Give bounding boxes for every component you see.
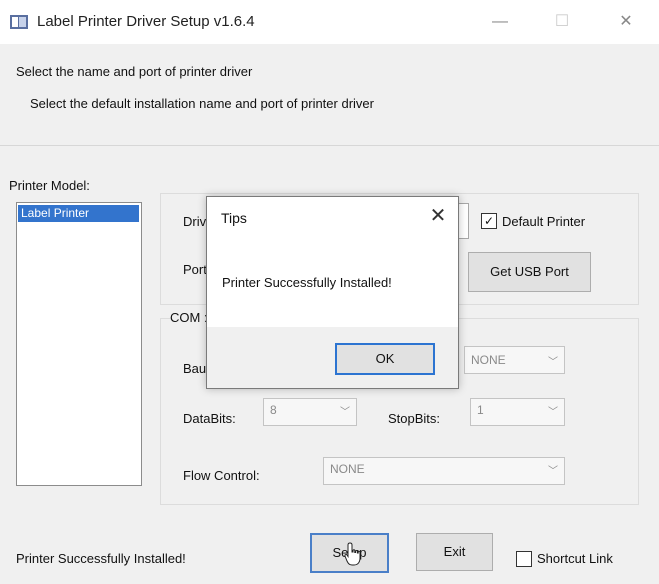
parity-select[interactable]: NONE ﹀	[464, 346, 565, 374]
dialog-title: Tips	[221, 210, 247, 226]
stopbits-value: 1	[477, 403, 484, 417]
dialog-message: Printer Successfully Installed!	[222, 275, 392, 290]
chevron-down-icon: ﹀	[548, 407, 558, 418]
minimize-icon[interactable]: —	[478, 7, 522, 37]
flow-control-label: Flow Control:	[183, 468, 260, 483]
header-subtitle: Select the default installation name and…	[30, 96, 374, 111]
shortcut-link-label: Shortcut Link	[537, 551, 613, 566]
flow-control-select[interactable]: NONE ﹀	[323, 457, 565, 485]
chevron-down-icon: ﹀	[548, 357, 558, 368]
databits-value: 8	[270, 403, 277, 417]
divider	[0, 145, 659, 146]
stopbits-label: StopBits:	[388, 411, 441, 426]
ok-button[interactable]: OK	[335, 343, 435, 375]
default-printer-label: Default Printer	[502, 214, 586, 229]
tips-dialog: Tips ✕ Printer Successfully Installed! O…	[206, 196, 459, 389]
databits-label: DataBits:	[183, 411, 236, 426]
checkmark-icon: ✓	[483, 214, 495, 228]
exit-button[interactable]: Exit	[416, 533, 493, 571]
flow-control-value: NONE	[330, 462, 365, 476]
port-label: Port	[183, 262, 207, 277]
close-icon[interactable]: ✕	[604, 7, 648, 37]
list-item[interactable]: Label Printer	[18, 205, 139, 222]
chevron-down-icon: ﹀	[548, 466, 558, 477]
stopbits-select[interactable]: 1 ﹀	[470, 398, 565, 426]
printer-model-label: Printer Model:	[9, 178, 90, 193]
shortcut-link-checkbox[interactable]	[516, 551, 532, 567]
header-title: Select the name and port of printer driv…	[16, 64, 253, 79]
chevron-down-icon: ﹀	[340, 407, 350, 418]
databits-select[interactable]: 8 ﹀	[263, 398, 357, 426]
cursor-icon	[344, 542, 361, 566]
default-printer-checkbox[interactable]: ✓	[481, 213, 497, 229]
parity-value: NONE	[471, 353, 506, 367]
header-panel	[0, 44, 659, 146]
get-usb-port-button[interactable]: Get USB Port	[468, 252, 591, 292]
window-title: Label Printer Driver Setup v1.6.4	[37, 13, 255, 30]
maximize-icon[interactable]: ☐	[540, 7, 584, 37]
printer-model-list[interactable]: Label Printer	[16, 202, 142, 486]
close-icon[interactable]: ✕	[426, 203, 450, 228]
status-text: Printer Successfully Installed!	[16, 551, 186, 566]
baud-label: Bau	[183, 361, 207, 376]
app-icon	[10, 15, 28, 29]
driver-label: Driv	[183, 214, 207, 229]
